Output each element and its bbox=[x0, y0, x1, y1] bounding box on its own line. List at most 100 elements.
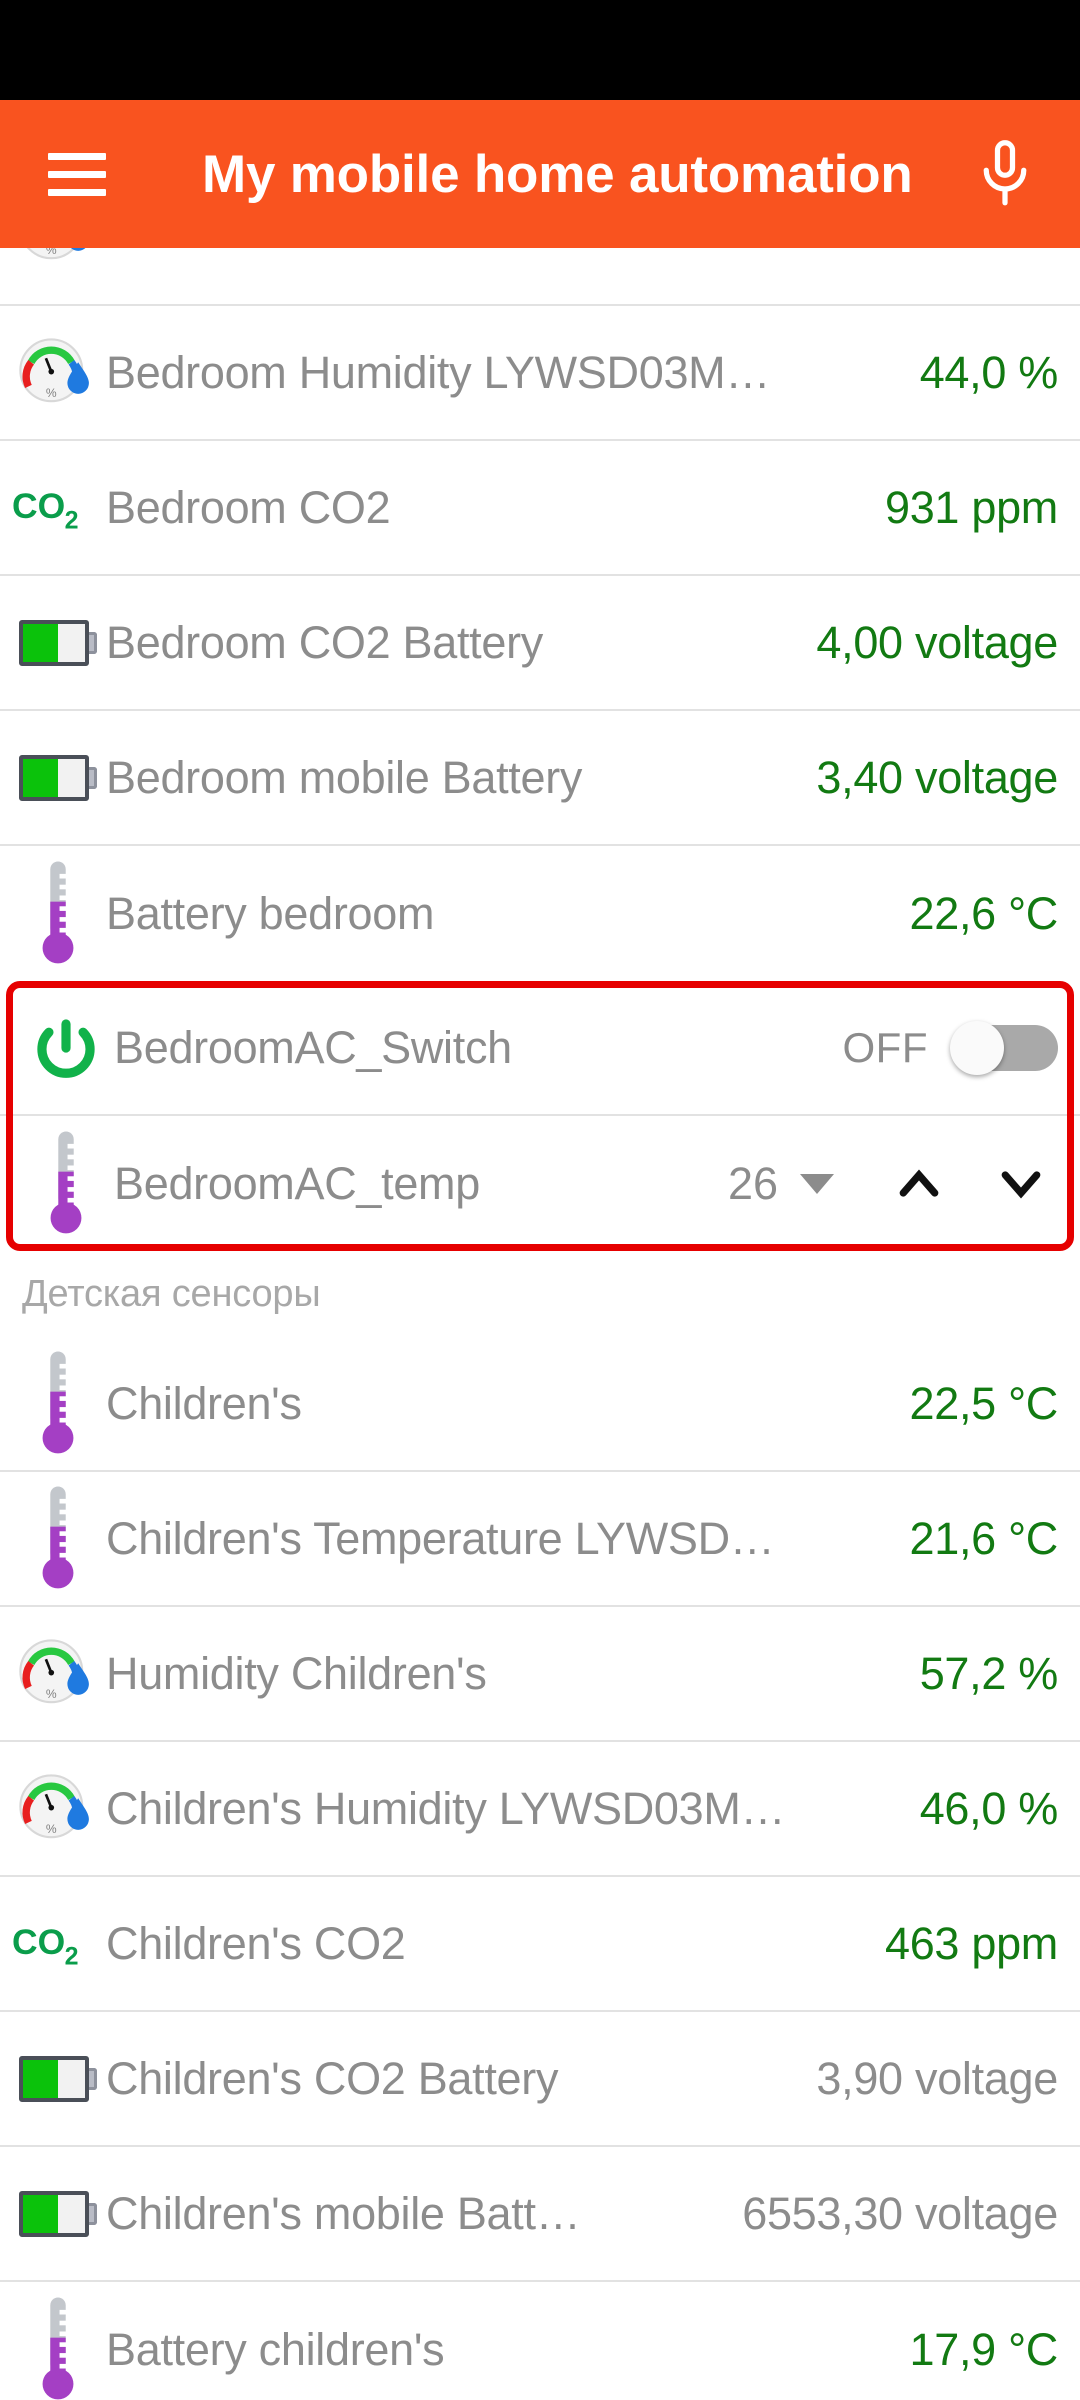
thermometer-glyph bbox=[42, 861, 74, 963]
list-item[interactable]: Bedroom mobile Battery 3,40 voltage bbox=[0, 711, 1080, 846]
humidity-gauge-icon: % bbox=[10, 1750, 106, 1868]
stepper-value: 26 bbox=[727, 1157, 778, 1209]
list-item[interactable]: Battery bedroom 22,6 °C bbox=[0, 846, 1080, 981]
humidity-gauge-icon: % bbox=[10, 1615, 106, 1733]
list-item-label: BedroomAC_temp bbox=[114, 1157, 480, 1209]
co2-glyph: CO 2 bbox=[12, 486, 79, 530]
thermometer-icon bbox=[18, 1125, 114, 1243]
thermometer-glyph bbox=[42, 1486, 74, 1588]
svg-text:CO: CO bbox=[12, 486, 65, 526]
thermometer-glyph bbox=[50, 1131, 82, 1233]
list-item[interactable]: Bedroom CO2 Battery 4,00 voltage bbox=[0, 576, 1080, 711]
list-item-label: Battery bedroom bbox=[106, 887, 435, 939]
humidity-gauge-glyph: % bbox=[19, 1773, 89, 1838]
toggle-state-label: OFF bbox=[842, 1023, 928, 1071]
list-item-label: Children's bbox=[106, 1377, 302, 1429]
microphone-icon[interactable] bbox=[975, 138, 1035, 210]
list-item-value: 44,0 % bbox=[919, 346, 1059, 398]
page-title: My mobile home automation bbox=[202, 144, 913, 204]
list-item[interactable]: CO 2 Children's CO2 463 ppm bbox=[0, 1877, 1080, 2012]
list-item-label: Bedroom Humidity LYWSD03M… bbox=[106, 346, 771, 398]
list-item[interactable]: Battery children's 17,9 °C bbox=[0, 2282, 1080, 2400]
battery-fill bbox=[23, 623, 58, 662]
chevron-up-icon[interactable] bbox=[892, 1157, 946, 1211]
hamburger-menu-icon[interactable] bbox=[48, 143, 110, 205]
humidity-gauge-glyph: % bbox=[19, 337, 89, 402]
list-item[interactable]: CO 2 Bedroom CO2 931 ppm bbox=[0, 441, 1080, 576]
humidity-gauge-glyph: % bbox=[26, 248, 86, 260]
battery-glyph bbox=[19, 619, 97, 666]
power-toggle[interactable] bbox=[950, 1020, 1058, 1075]
humidity-gauge-icon: % bbox=[10, 248, 106, 304]
list-item-label: Bedroom CO2 bbox=[106, 481, 391, 533]
list-item[interactable]: % Humidity Children's 57,2 % bbox=[0, 1607, 1080, 1742]
list-item-value: 46,0 % bbox=[919, 1782, 1059, 1834]
thermometer-glyph bbox=[42, 2297, 74, 2399]
list-item[interactable]: % Children's Humidity LYWSD03M… 46,0 % bbox=[0, 1742, 1080, 1877]
co2-icon: CO 2 bbox=[10, 449, 106, 567]
thermometer-icon bbox=[10, 1480, 106, 1598]
thermometer-icon bbox=[10, 1345, 106, 1463]
battery-icon bbox=[10, 2155, 106, 2273]
battery-glyph bbox=[19, 2055, 97, 2102]
battery-glyph bbox=[19, 754, 97, 801]
battery-fill bbox=[23, 758, 58, 797]
list-item-value: 17,9 °C bbox=[909, 2323, 1059, 2375]
co2-icon: CO 2 bbox=[10, 1885, 106, 2003]
hamburger-bar bbox=[48, 170, 106, 178]
svg-text:%: % bbox=[46, 248, 57, 257]
microphone-glyph bbox=[983, 140, 1027, 206]
battery-body bbox=[19, 754, 89, 801]
list-item[interactable]: % bbox=[0, 248, 1080, 306]
list-item-label: Battery children's bbox=[106, 2323, 445, 2375]
humidity-gauge-icon: % bbox=[10, 314, 106, 432]
battery-body bbox=[19, 2055, 89, 2102]
list-item-label: Humidity Children's bbox=[106, 1647, 487, 1699]
list-item-value: 22,5 °C bbox=[909, 1377, 1059, 1429]
list-item[interactable]: Children's mobile Batt… 6553,30 voltage bbox=[0, 2147, 1080, 2282]
list-item-value: 6553,30 voltage bbox=[742, 2187, 1058, 2239]
list-item-value: 21,6 °C bbox=[909, 1512, 1059, 1564]
list-item[interactable]: Children's 22,5 °C bbox=[0, 1337, 1080, 1472]
list-item-label: Children's mobile Batt… bbox=[106, 2187, 581, 2239]
battery-body bbox=[19, 619, 89, 666]
list-item-bedroomac-temp[interactable]: BedroomAC_temp 26 bbox=[0, 1116, 1080, 1251]
list-item-value: 57,2 % bbox=[919, 1647, 1059, 1699]
svg-text:2: 2 bbox=[65, 507, 79, 530]
thermometer-icon bbox=[10, 855, 106, 973]
thermometer-glyph bbox=[42, 1351, 74, 1453]
list-item-value: 3,40 voltage bbox=[816, 751, 1058, 803]
list-item-bedroomac-switch[interactable]: BedroomAC_Switch OFF bbox=[0, 981, 1080, 1116]
co2-glyph: CO 2 bbox=[12, 1922, 78, 1966]
list-item-value: 22,6 °C bbox=[909, 887, 1059, 939]
chevron-down-icon[interactable] bbox=[994, 1157, 1048, 1211]
svg-text:%: % bbox=[46, 1822, 57, 1836]
humidity-gauge-glyph: % bbox=[19, 1638, 89, 1703]
toggle-thumb[interactable] bbox=[950, 1020, 1004, 1075]
battery-body bbox=[19, 2190, 89, 2237]
list-item-label: Children's CO2 bbox=[106, 1917, 406, 1969]
list-item[interactable]: Children's CO2 Battery 3,90 voltage bbox=[0, 2012, 1080, 2147]
caret-down-icon[interactable] bbox=[800, 1173, 834, 1194]
list-item[interactable]: Children's Temperature LYWSD… 21,6 °C bbox=[0, 1472, 1080, 1607]
battery-glyph bbox=[19, 2190, 97, 2237]
battery-icon bbox=[10, 2020, 106, 2138]
battery-fill bbox=[23, 2194, 58, 2233]
list-item-label: Bedroom CO2 Battery bbox=[106, 616, 543, 668]
list-item-label: Children's Temperature LYWSD… bbox=[106, 1512, 775, 1564]
toggle-area: OFF bbox=[842, 1020, 1058, 1075]
svg-text:CO: CO bbox=[12, 1922, 65, 1962]
power-glyph bbox=[37, 1018, 95, 1078]
battery-icon bbox=[10, 584, 106, 702]
list-item[interactable]: % Bedroom Humidity LYWSD03M… 44,0 % bbox=[0, 306, 1080, 441]
battery-icon bbox=[10, 719, 106, 837]
list-item-value: 463 ppm bbox=[884, 1917, 1058, 1969]
battery-fill bbox=[23, 2059, 58, 2098]
section-header: Детская сенсоры bbox=[0, 1251, 1080, 1337]
app-bar: My mobile home automation bbox=[0, 100, 1080, 248]
hamburger-bar bbox=[48, 188, 106, 196]
hamburger-bar bbox=[48, 152, 106, 160]
temperature-stepper: 26 bbox=[728, 1157, 1058, 1211]
svg-text:%: % bbox=[46, 386, 57, 400]
sensor-list[interactable]: % % Bedroom Humidity LYWSD03M… 44,0 % CO… bbox=[0, 248, 1080, 2400]
